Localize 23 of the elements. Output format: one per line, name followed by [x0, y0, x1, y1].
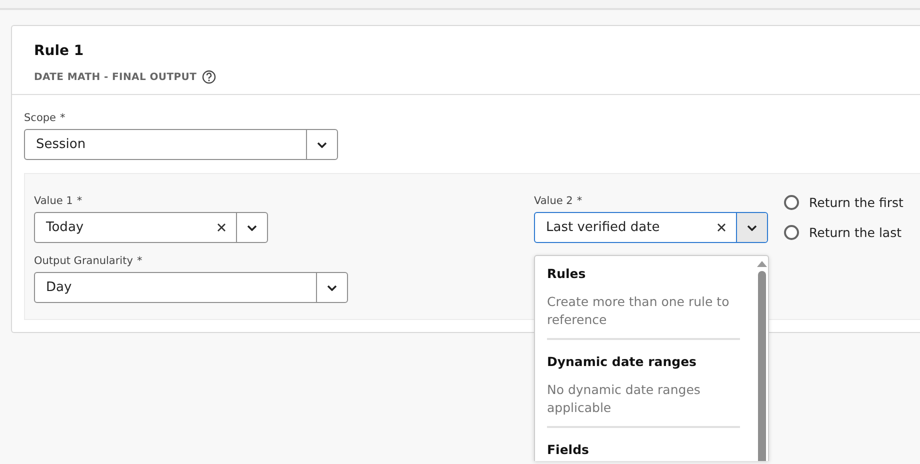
- radio-label: Return the last: [809, 225, 902, 240]
- field-label: Scope: [24, 112, 56, 124]
- required-mark: *: [576, 195, 582, 207]
- section-heading: Fields: [547, 442, 590, 457]
- rule-subtitle: DATE MATH - FINAL OUTPUT: [34, 72, 197, 82]
- radio-label: Return the first: [809, 195, 904, 210]
- section-note: No dynamic date ranges applicable: [547, 381, 702, 417]
- help-icon: [202, 70, 216, 84]
- section-heading: Rules: [547, 266, 587, 281]
- field-label: Value 2: [534, 195, 573, 207]
- required-mark: *: [60, 112, 66, 124]
- field-label: Output Granularity: [34, 255, 133, 267]
- rule-title: Rule 1: [34, 43, 85, 59]
- section-note: Create more than one rule to reference: [547, 293, 730, 329]
- required-mark: *: [76, 195, 82, 207]
- radio-button[interactable]: [784, 195, 799, 210]
- scrollbar-thumb[interactable]: [758, 271, 766, 461]
- help-button[interactable]: [202, 70, 216, 84]
- radio-button[interactable]: [784, 225, 799, 240]
- required-mark: *: [136, 255, 142, 267]
- section-heading: Dynamic date ranges: [547, 354, 698, 369]
- scroll-up-icon: [757, 260, 767, 267]
- field-label: Value 1: [34, 195, 73, 207]
